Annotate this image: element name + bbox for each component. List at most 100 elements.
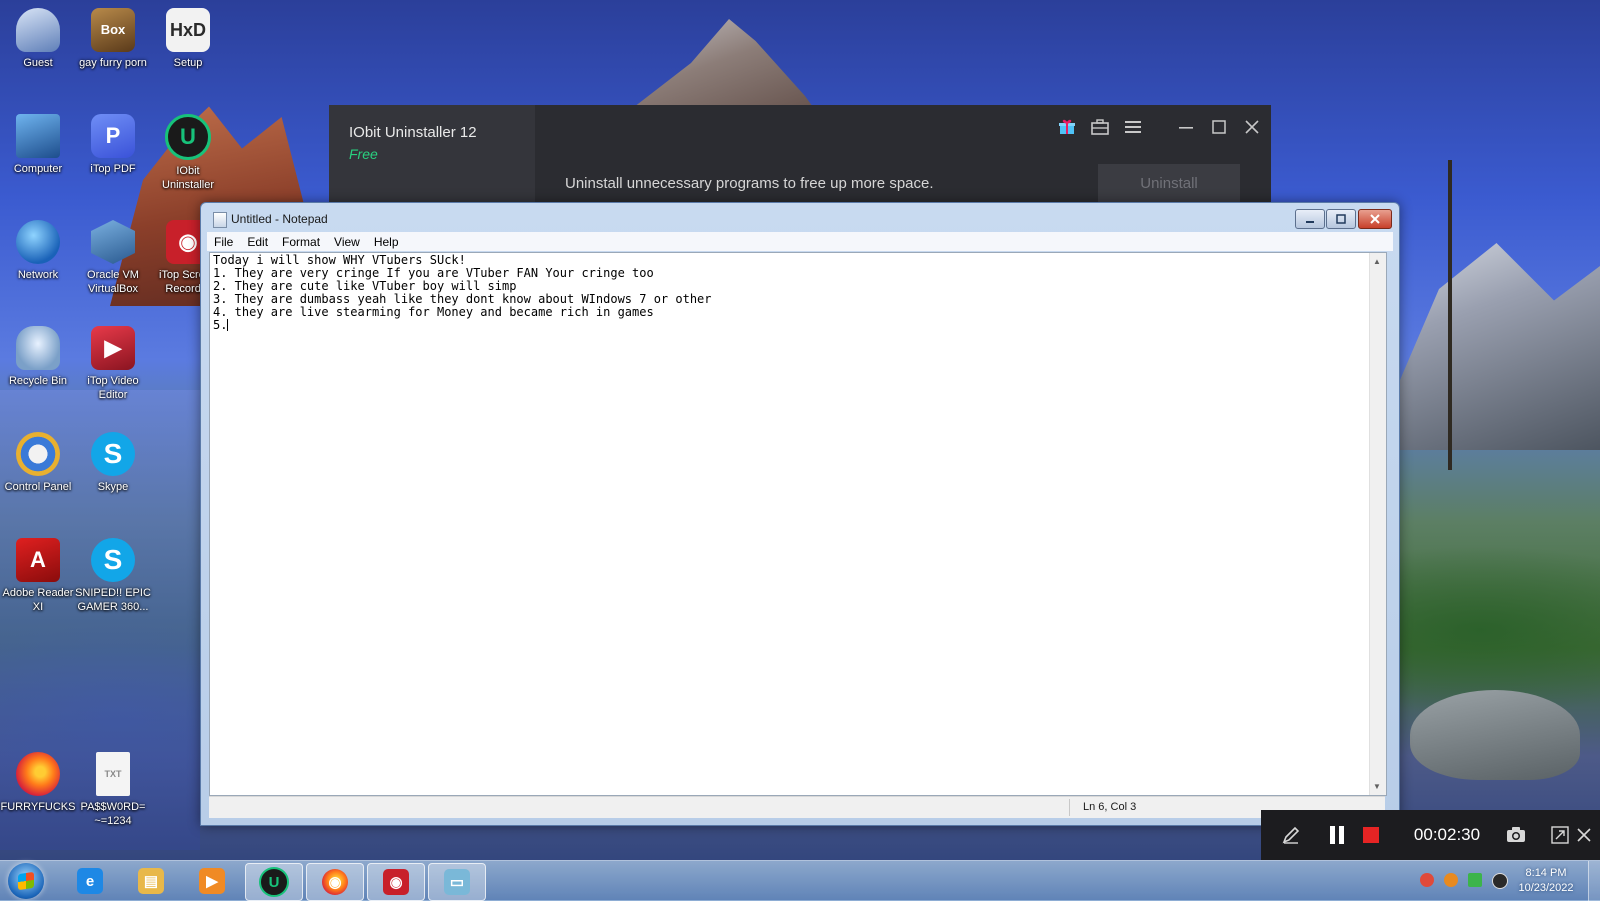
minimize-icon[interactable] — [1172, 113, 1200, 141]
desktop-icon-label: Control Panel — [4, 481, 72, 493]
desktop-icon-virtualbox[interactable]: Oracle VM VirtualBox — [75, 220, 151, 296]
camera-icon[interactable] — [1499, 810, 1533, 860]
iobit-sidebar: IObit Uninstaller 12 Free — [329, 105, 535, 205]
desktop-icon-network[interactable]: Network — [0, 220, 76, 282]
pause-button[interactable] — [1319, 810, 1355, 860]
minimize-button[interactable] — [1295, 209, 1325, 229]
menu-bar: File Edit Format View Help — [207, 232, 1393, 251]
start-button[interactable] — [8, 863, 44, 899]
clock-date: 10/23/2022 — [1518, 882, 1574, 894]
menu-view[interactable]: View — [327, 235, 367, 249]
scroll-up-icon[interactable]: ▲ — [1373, 257, 1381, 266]
firefox-icon: ◉ — [322, 869, 348, 895]
desktop-icon-password-file[interactable]: TXT PA$$W0RD= ~=1234 — [75, 752, 151, 828]
stop-button[interactable] — [1353, 810, 1389, 860]
iobit-uninstaller-window[interactable]: IObit Uninstaller 12 Free Uninstall unne… — [329, 105, 1271, 205]
desktop-icon-iobit[interactable]: U IObit Uninstaller — [150, 114, 226, 192]
status-divider — [1069, 799, 1070, 816]
text-editor-area[interactable]: Today i will show WHY VTubers SUck! 1. T… — [209, 252, 1387, 796]
folder-icon: ▤ — [138, 868, 164, 894]
iobit-uninstaller-icon: U — [259, 867, 289, 897]
desktop-icon-control-panel[interactable]: Control Panel — [0, 432, 76, 494]
iobit-message: Uninstall unnecessary programs to free u… — [565, 175, 934, 192]
hxd-setup-icon: HxD — [166, 8, 210, 52]
desktop-icon-label: IObit Uninstaller — [162, 165, 214, 191]
user-folder-icon — [16, 8, 60, 52]
recorder-toolbar[interactable]: 00:02:30 — [1261, 810, 1600, 860]
taskbar-app-firefox[interactable]: ◉ — [306, 863, 364, 901]
maximize-icon[interactable] — [1205, 113, 1233, 141]
close-icon[interactable] — [1238, 113, 1266, 141]
text-line: 4. they are live stearming for Money and… — [213, 305, 654, 319]
taskbar-app-internet-explorer[interactable]: e — [62, 863, 118, 899]
computer-icon — [16, 114, 60, 158]
toolbox-icon[interactable] — [1086, 113, 1114, 141]
firefox-icon — [16, 752, 60, 796]
clock-time: 8:14 PM — [1525, 867, 1567, 879]
scroll-down-icon[interactable]: ▼ — [1373, 782, 1381, 791]
desktop-icon-recycle-bin[interactable]: Recycle Bin — [0, 326, 76, 388]
system-clock[interactable]: 8:14 PM 10/23/2022 — [1510, 866, 1582, 896]
text-file-icon: TXT — [96, 752, 130, 796]
desktop-icon-label: Setup — [173, 57, 203, 69]
desktop-icon-label: iTop PDF — [90, 163, 136, 175]
desktop-icon-skype-shortcut[interactable]: S SNIPED!! EPIC GAMER 360... — [75, 538, 151, 614]
desktop-icon-video-editor[interactable]: ▶ iTop Video Editor — [75, 326, 151, 402]
menu-icon[interactable] — [1119, 113, 1147, 141]
maximize-button[interactable] — [1326, 209, 1356, 229]
taskbar-app-screen-recorder[interactable]: ◉ — [367, 863, 425, 901]
desktop-icon-box[interactable]: Box gay furry porn — [75, 8, 151, 70]
desktop-icon-itop-pdf[interactable]: P iTop PDF — [75, 114, 151, 176]
volume-tray-icon[interactable] — [1492, 873, 1508, 889]
pause-icon — [1330, 826, 1335, 844]
wallpaper-rock — [1410, 690, 1580, 780]
screen-recorder-icon: ◉ — [383, 869, 409, 895]
taskbar-app-iobit-uninstaller[interactable]: U — [245, 863, 303, 901]
iobit-uninstaller-icon: U — [165, 114, 211, 160]
notepad-window[interactable]: Untitled - Notepad File Edit Format View… — [200, 202, 1400, 826]
notepad-icon: ▭ — [444, 869, 470, 895]
text-caret — [227, 319, 229, 331]
desktop-icon-guest[interactable]: Guest — [0, 8, 76, 70]
close-button[interactable] — [1358, 209, 1392, 229]
control-panel-icon — [16, 432, 60, 476]
desktop-icon-adobe-reader[interactable]: A Adobe Reader XI — [0, 538, 76, 614]
desktop-icon-label: Oracle VM VirtualBox — [87, 269, 139, 295]
vertical-scrollbar[interactable]: ▲ ▼ — [1369, 253, 1386, 795]
desktop-icon-computer[interactable]: Computer — [0, 114, 76, 176]
media-player-icon: ▶ — [199, 868, 225, 894]
uninstall-button[interactable]: Uninstall — [1098, 164, 1240, 202]
taskbar-app-media-player[interactable]: ▶ — [184, 863, 240, 899]
show-desktop-button[interactable] — [1588, 861, 1600, 901]
gift-icon[interactable] — [1053, 113, 1081, 141]
close-icon — [1370, 214, 1380, 224]
menu-format[interactable]: Format — [275, 235, 327, 249]
video-editor-icon: ▶ — [91, 326, 135, 370]
desktop-icon-setup[interactable]: HxD Setup — [150, 8, 226, 70]
network-tray-icon[interactable] — [1468, 873, 1482, 887]
taskbar-app-notepad[interactable]: ▭ — [428, 863, 486, 901]
search-tray-icon[interactable] — [1444, 873, 1458, 887]
network-icon — [16, 220, 60, 264]
desktop-icon-label: SNIPED!! EPIC GAMER 360... — [75, 587, 151, 613]
desktop-icon-label: Adobe Reader XI — [2, 587, 74, 613]
cursor-position: Ln 6, Col 3 — [1083, 801, 1137, 813]
menu-file[interactable]: File — [207, 235, 240, 249]
desktop-icon-label: Network — [17, 269, 59, 281]
iobit-edition-label: Free — [349, 146, 378, 162]
desktop-icon-skype[interactable]: S Skype — [75, 432, 151, 494]
taskbar-app-file-explorer[interactable]: ▤ — [123, 863, 179, 899]
menu-edit[interactable]: Edit — [240, 235, 275, 249]
pen-icon[interactable] — [1273, 810, 1309, 860]
menu-help[interactable]: Help — [367, 235, 406, 249]
box-game-icon: Box — [91, 8, 135, 52]
virtualbox-icon — [91, 220, 135, 264]
status-bar: Ln 6, Col 3 — [209, 796, 1385, 818]
minimize-icon — [1306, 221, 1314, 223]
recycle-bin-icon — [16, 326, 60, 370]
close-icon[interactable] — [1570, 810, 1598, 860]
wallpaper-snow-mountain — [1370, 243, 1600, 450]
desktop-icon-firefox[interactable]: FURRYFUCKS — [0, 752, 76, 814]
notepad-icon — [213, 212, 227, 228]
recorder-tray-icon[interactable] — [1420, 873, 1434, 887]
